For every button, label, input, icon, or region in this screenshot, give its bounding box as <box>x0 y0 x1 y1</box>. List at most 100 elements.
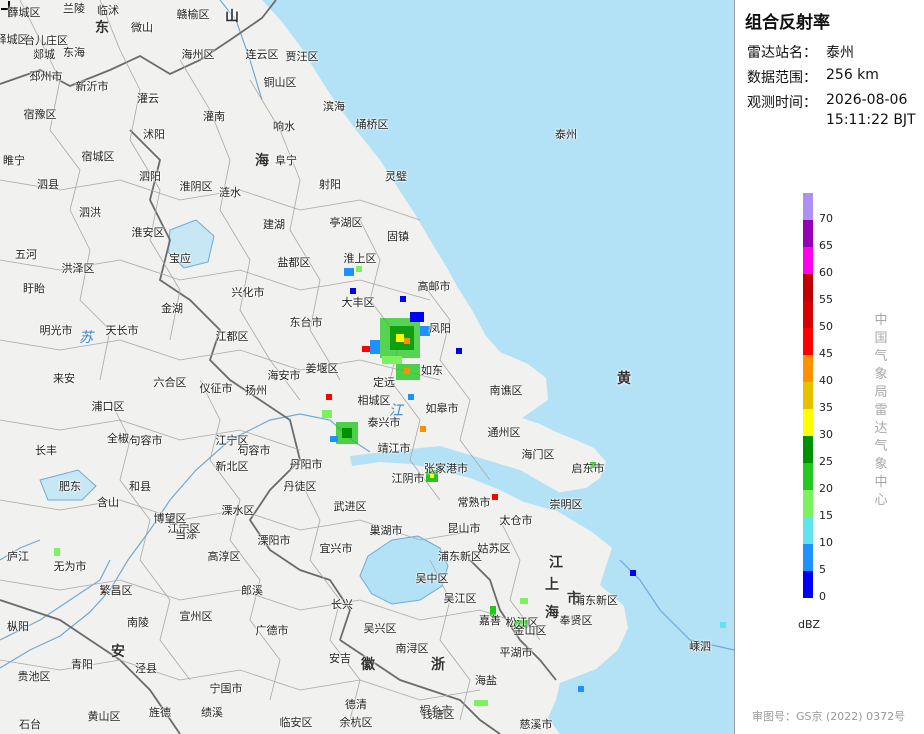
map-view[interactable]: 薛城区 兰陵 临沭 赣榆区山东微山 峄城区 台儿庄区 郯城 东海 海州区 连云区 贾汪区 邳州市 新沂市… <box>0 0 734 734</box>
place-label: 天长市 <box>105 324 139 337</box>
legend-color-bar <box>803 193 813 598</box>
legend-label: 10 <box>819 536 833 549</box>
place-label: 邳州市 <box>29 70 63 83</box>
place-label: 市 <box>567 591 581 607</box>
place-label: 钱塘区 <box>421 708 455 721</box>
legend-swatch <box>803 301 813 328</box>
place-label: 金湖 <box>161 302 183 315</box>
legend-label: 30 <box>819 428 833 441</box>
place-label: 固镇 <box>387 230 409 243</box>
place-label: 吴兴区 <box>363 622 397 635</box>
place-label: 苏 <box>79 330 93 346</box>
legend-swatch <box>803 409 813 436</box>
place-label: 宁国市 <box>209 682 243 695</box>
place-label: 泗阳 <box>139 170 161 183</box>
place-label: 繁昌区 <box>99 584 133 597</box>
place-label: 宿豫区 <box>23 108 57 121</box>
legend-swatch <box>803 463 813 490</box>
place-label: 海门区 <box>521 448 555 461</box>
place-label: 宝应 <box>169 252 191 265</box>
place-label: 靖江市 <box>377 442 411 455</box>
place-label: 常熟市 <box>457 496 491 509</box>
place-label: 微山 <box>131 21 153 34</box>
place-label: 长兴 <box>331 598 353 611</box>
agency-char: 达 <box>874 421 888 436</box>
place-label: 射阳 <box>319 178 341 191</box>
place-label: 浙 <box>431 657 445 673</box>
place-label: 慈溪市 <box>519 718 553 731</box>
place-label: 贾汪区 <box>285 50 319 63</box>
place-label: 郎溪 <box>241 584 263 597</box>
place-label: 徽 <box>361 657 375 673</box>
place-label: 泾县 <box>135 662 157 675</box>
place-label: 金山区 <box>513 624 547 637</box>
place-label: 山 <box>225 9 239 25</box>
legend-label: 35 <box>819 401 833 414</box>
place-label: 奉贤区 <box>559 614 593 627</box>
place-label: 明光市 <box>39 324 73 337</box>
place-label: 丹徒区 <box>283 480 317 493</box>
place-label: 含山 <box>97 496 119 509</box>
place-label: 全椒 <box>107 432 129 445</box>
legend-label: 20 <box>819 482 833 495</box>
place-label: 沭阳 <box>143 128 165 141</box>
place-label: 东 <box>95 20 109 36</box>
place-label: 德清 <box>345 698 367 711</box>
place-label: 如皋市 <box>425 402 459 415</box>
place-label: 灌云 <box>137 92 159 105</box>
legend-swatch <box>803 571 813 598</box>
place-label: 肥东 <box>59 480 81 493</box>
place-label: 六合区 <box>153 376 187 389</box>
place-label: 青阳 <box>71 658 93 671</box>
place-label: 江 <box>549 555 563 571</box>
place-label: 海盐 <box>475 674 497 687</box>
legend-swatch <box>803 220 813 247</box>
legend-swatch <box>803 328 813 355</box>
place-label: 通州区 <box>487 426 521 439</box>
range-label: 数据范围： <box>747 70 817 86</box>
agency-char: 象 <box>874 457 888 472</box>
place-label: 洪泽区 <box>61 262 95 275</box>
place-label: 江阴市 <box>391 472 425 485</box>
place-label: 平湖市 <box>499 646 533 659</box>
place-label: 盱眙 <box>23 282 45 295</box>
place-label: 和县 <box>129 480 151 493</box>
panel-title: 组合反射率 <box>745 13 830 33</box>
place-label: 大丰区 <box>341 296 375 309</box>
place-label: 启东市 <box>571 462 605 475</box>
place-label: 淮安区 <box>131 226 165 239</box>
time-date: 2026-08-06 <box>826 92 908 108</box>
place-label: 巢湖市 <box>369 524 403 537</box>
place-label: 南浔区 <box>395 642 429 655</box>
place-label: 灵璧 <box>385 170 407 183</box>
legend-swatch <box>803 490 813 517</box>
place-label: 姑苏区 <box>477 542 511 555</box>
place-label: 扬州 <box>245 384 267 397</box>
place-label: 长丰 <box>35 444 57 457</box>
place-label: 余杭区 <box>339 716 373 729</box>
legend-swatch <box>803 274 813 301</box>
place-label: 薛城区 <box>7 6 41 19</box>
place-label: 南陵 <box>127 616 149 629</box>
legend-label: 60 <box>819 266 833 279</box>
place-label: 涟水 <box>219 186 241 199</box>
place-label: 枞阳 <box>7 620 29 633</box>
place-label: 相城区 <box>357 394 391 407</box>
time-clock: 15:11:22 BJT <box>826 112 916 128</box>
place-label: 句容市 <box>129 434 163 447</box>
legend-swatch <box>803 355 813 382</box>
range-value: 256 km <box>826 67 879 83</box>
place-label: 淮阴区 <box>179 180 213 193</box>
legend-label: 0 <box>819 590 826 603</box>
place-label: 泗洪 <box>79 206 101 219</box>
place-label: 仪征市 <box>199 382 233 395</box>
place-label: 宿城区 <box>81 150 115 163</box>
place-label: 嘉善 <box>479 614 501 627</box>
agency-char: 象 <box>874 367 888 382</box>
place-label: 当涂 <box>175 528 197 541</box>
place-label: 黄 <box>617 371 631 387</box>
legend-swatch <box>803 517 813 544</box>
place-label: 宜兴市 <box>319 542 353 555</box>
place-label: 兰陵 <box>63 2 85 15</box>
place-label: 溧水区 <box>221 504 255 517</box>
